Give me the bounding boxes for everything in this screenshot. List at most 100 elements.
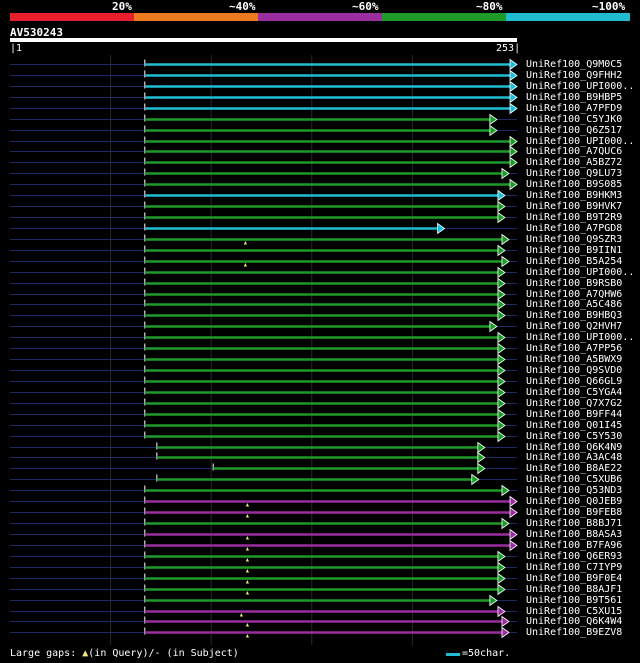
hit-label[interactable]: UniRef100_Q6Z517 [526, 125, 622, 136]
hit-label[interactable]: UniRef100_Q6ER93 [526, 551, 622, 562]
hit-label[interactable]: UniRef100_B5A254 [526, 256, 622, 267]
gap-marker-icon [245, 547, 250, 551]
hit-label[interactable]: UniRef100_C5Y530 [526, 431, 622, 442]
hit-label[interactable]: UniRef100_Q6K4W4 [526, 616, 622, 627]
hit-label[interactable]: UniRef100_C5YJK0 [526, 114, 622, 125]
hit-arrow-icon [477, 441, 486, 454]
hit-label[interactable]: UniRef100_B8ASA3 [526, 529, 622, 540]
hit-arrow-icon [497, 364, 506, 377]
hit-label[interactable]: UniRef100_B9FF44 [526, 409, 622, 420]
hit-label[interactable]: UniRef100_A3AC48 [526, 452, 622, 463]
hit-arrow-icon [497, 419, 506, 432]
hit-label[interactable]: UniRef100_C5XUB6 [526, 474, 622, 485]
hit-arrow-icon [497, 397, 506, 410]
hit-arrow-icon [509, 91, 518, 104]
hit-arrow-icon [497, 288, 506, 301]
hit-label[interactable]: UniRef100_Q66GL9 [526, 376, 622, 387]
hit-arrow-icon [497, 386, 506, 399]
hit-arrow-icon [497, 550, 506, 563]
hit-label[interactable]: UniRef100_A7PFD9 [526, 103, 622, 114]
scale-legend: =50char. [462, 648, 511, 659]
gap-marker-icon [245, 591, 250, 595]
hit-label[interactable]: UniRef100_A5BWX9 [526, 354, 622, 365]
hit-label[interactable]: UniRef100_C7IYP9 [526, 562, 622, 573]
hit-arrow-icon [471, 473, 480, 486]
hit-label[interactable]: UniRef100_B8BJ71 [526, 518, 622, 529]
hit-arrow-icon [497, 342, 506, 355]
gap-legend-query: (in Query)/ [88, 648, 155, 659]
gap-legend-prefix: Large gaps: [10, 648, 83, 659]
hit-label[interactable]: UniRef100_A7PGD8 [526, 223, 622, 234]
hit-label[interactable]: UniRef100_A5C486 [526, 299, 622, 310]
hit-arrow-icon [497, 430, 506, 443]
hit-label[interactable]: UniRef100_B9S085 [526, 179, 622, 190]
hit-arrow-icon [501, 615, 510, 628]
gap-marker-icon [245, 503, 250, 507]
hit-arrow-icon [497, 211, 506, 224]
hit-label[interactable]: UniRef100_B9FEB8 [526, 507, 622, 518]
hit-arrow-icon [509, 495, 518, 508]
hit-label[interactable]: UniRef100_B9T561 [526, 595, 622, 606]
hit-label[interactable]: UniRef100_Q53ND3 [526, 485, 622, 496]
hit-label[interactable]: UniRef100_Q9LU73 [526, 168, 622, 179]
hit-arrow-icon [497, 189, 506, 202]
hit-label[interactable]: UniRef100_B9F0E4 [526, 573, 622, 584]
hit-label[interactable]: UniRef100_B9IIN1 [526, 245, 622, 256]
hit-arrow-icon [509, 506, 518, 519]
hit-arrow-icon [509, 102, 518, 115]
hit-label[interactable]: UniRef100_B8AE22 [526, 463, 622, 474]
hit-label[interactable]: UniRef100_A5BZ72 [526, 157, 622, 168]
hit-arrow-icon [497, 572, 506, 585]
hit-arrow-icon [497, 277, 506, 290]
hit-label[interactable]: UniRef100_B9HKM3 [526, 190, 622, 201]
hit-arrow-icon [497, 244, 506, 257]
hit-arrow-icon [489, 113, 498, 126]
hit-arrow-icon [497, 561, 506, 574]
hit-arrow-icon [509, 156, 518, 169]
hit-label[interactable]: UniRef100_B9HBP5 [526, 92, 622, 103]
hit-arrow-icon [497, 298, 506, 311]
hit-label[interactable]: UniRef100_B9HBQ3 [526, 310, 622, 321]
hit-label[interactable]: UniRef100_B9EZV8 [526, 627, 622, 638]
hit-label[interactable]: UniRef100_Q01I45 [526, 420, 622, 431]
hit-arrow-icon [489, 124, 498, 137]
hit-label[interactable]: UniRef100_B8AJF1 [526, 584, 622, 595]
hit-arrow-icon [501, 517, 510, 530]
hit-label[interactable]: UniRef100_Q9SVD0 [526, 365, 622, 376]
hit-arrow-icon [509, 528, 518, 541]
hit-arrow-icon [489, 320, 498, 333]
gap-marker-icon [245, 569, 250, 573]
hit-label[interactable]: UniRef100_B9T2R9 [526, 212, 622, 223]
hit-label[interactable]: UniRef100_B9HVK7 [526, 201, 622, 212]
hit-arrow-icon [497, 266, 506, 279]
hit-arrow-icon [497, 200, 506, 213]
hit-arrow-icon [497, 353, 506, 366]
hit-arrow-icon [501, 626, 510, 639]
gap-marker-icon [245, 514, 250, 518]
hit-label[interactable]: UniRef100_Q9FHH2 [526, 70, 622, 81]
hit-label[interactable]: UniRef100_Q9SZR3 [526, 234, 622, 245]
gap-marker-icon [243, 263, 247, 267]
gap-legend: Large gaps: ▲(in Query)/- (in Subject) [10, 648, 239, 659]
hit-label[interactable]: UniRef100_A7PP56 [526, 343, 622, 354]
hit-arrow-icon [509, 539, 518, 552]
hit-label[interactable]: UniRef100_A7QUC6 [526, 146, 622, 157]
hit-label[interactable]: UniRef100_Q9M0C5 [526, 59, 622, 70]
hit-arrow-icon [477, 451, 486, 464]
hit-label[interactable]: UniRef100_UPI000.. [526, 332, 634, 343]
scale-bar-icon [446, 653, 460, 656]
gap-marker-icon [245, 634, 250, 638]
hit-arrow-icon [501, 233, 510, 246]
hit-arrow-icon [509, 69, 518, 82]
hit-label[interactable]: UniRef100_Q0JEB9 [526, 496, 622, 507]
hit-arrow-icon [501, 167, 510, 180]
hit-label[interactable]: UniRef100_UPI000.. [526, 267, 634, 278]
hit-label[interactable]: UniRef100_Q2HVH7 [526, 321, 622, 332]
hit-label[interactable]: UniRef100_B7FA96 [526, 540, 622, 551]
hit-arrow-icon [497, 375, 506, 388]
hit-label[interactable]: UniRef100_UPI000.. [526, 81, 634, 92]
hit-label[interactable]: UniRef100_Q7X7G2 [526, 398, 622, 409]
hit-arrow-icon [489, 594, 498, 607]
hit-label[interactable]: UniRef100_B9RSB0 [526, 278, 622, 289]
hit-label[interactable]: UniRef100_C5YGA4 [526, 387, 622, 398]
